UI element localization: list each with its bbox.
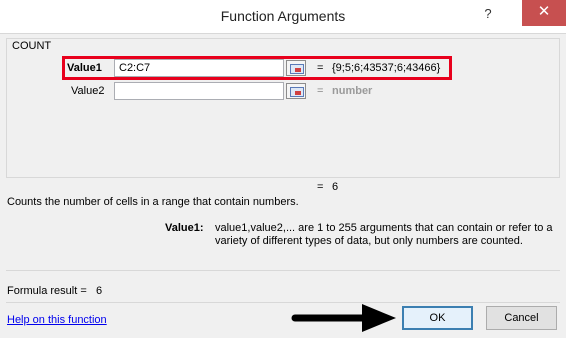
argument-help-label: Value1: — [165, 222, 204, 234]
arrow-pointer-icon — [291, 304, 396, 332]
value2-result: number — [332, 85, 373, 97]
result-equals: = — [317, 181, 324, 193]
title-divider — [0, 33, 566, 34]
help-icon[interactable]: ? — [478, 6, 498, 26]
value2-equals: = — [317, 85, 324, 97]
close-button[interactable]: ✕ — [522, 0, 566, 26]
function-name: COUNT — [12, 40, 52, 52]
divider — [6, 270, 560, 271]
collapse-dialog-icon[interactable] — [286, 83, 306, 99]
value2-input[interactable] — [114, 82, 284, 100]
function-result-value: 6 — [332, 181, 339, 193]
formula-result-value: 6 — [95, 285, 103, 297]
ok-button[interactable]: OK — [402, 306, 473, 330]
title-bar: Function Arguments ? ✕ — [0, 0, 566, 33]
highlight-box — [62, 56, 452, 80]
cancel-button[interactable]: Cancel — [486, 306, 557, 330]
formula-result-label: Formula result = — [7, 285, 87, 297]
function-description: Counts the number of cells in a range th… — [7, 196, 299, 208]
help-link[interactable]: Help on this function — [7, 314, 107, 326]
divider — [6, 302, 560, 303]
argument-help-text: value1,value2,... are 1 to 255 arguments… — [215, 222, 553, 247]
value2-label: Value2 — [71, 85, 105, 97]
formula-result: Formula result = 6 — [7, 285, 102, 297]
